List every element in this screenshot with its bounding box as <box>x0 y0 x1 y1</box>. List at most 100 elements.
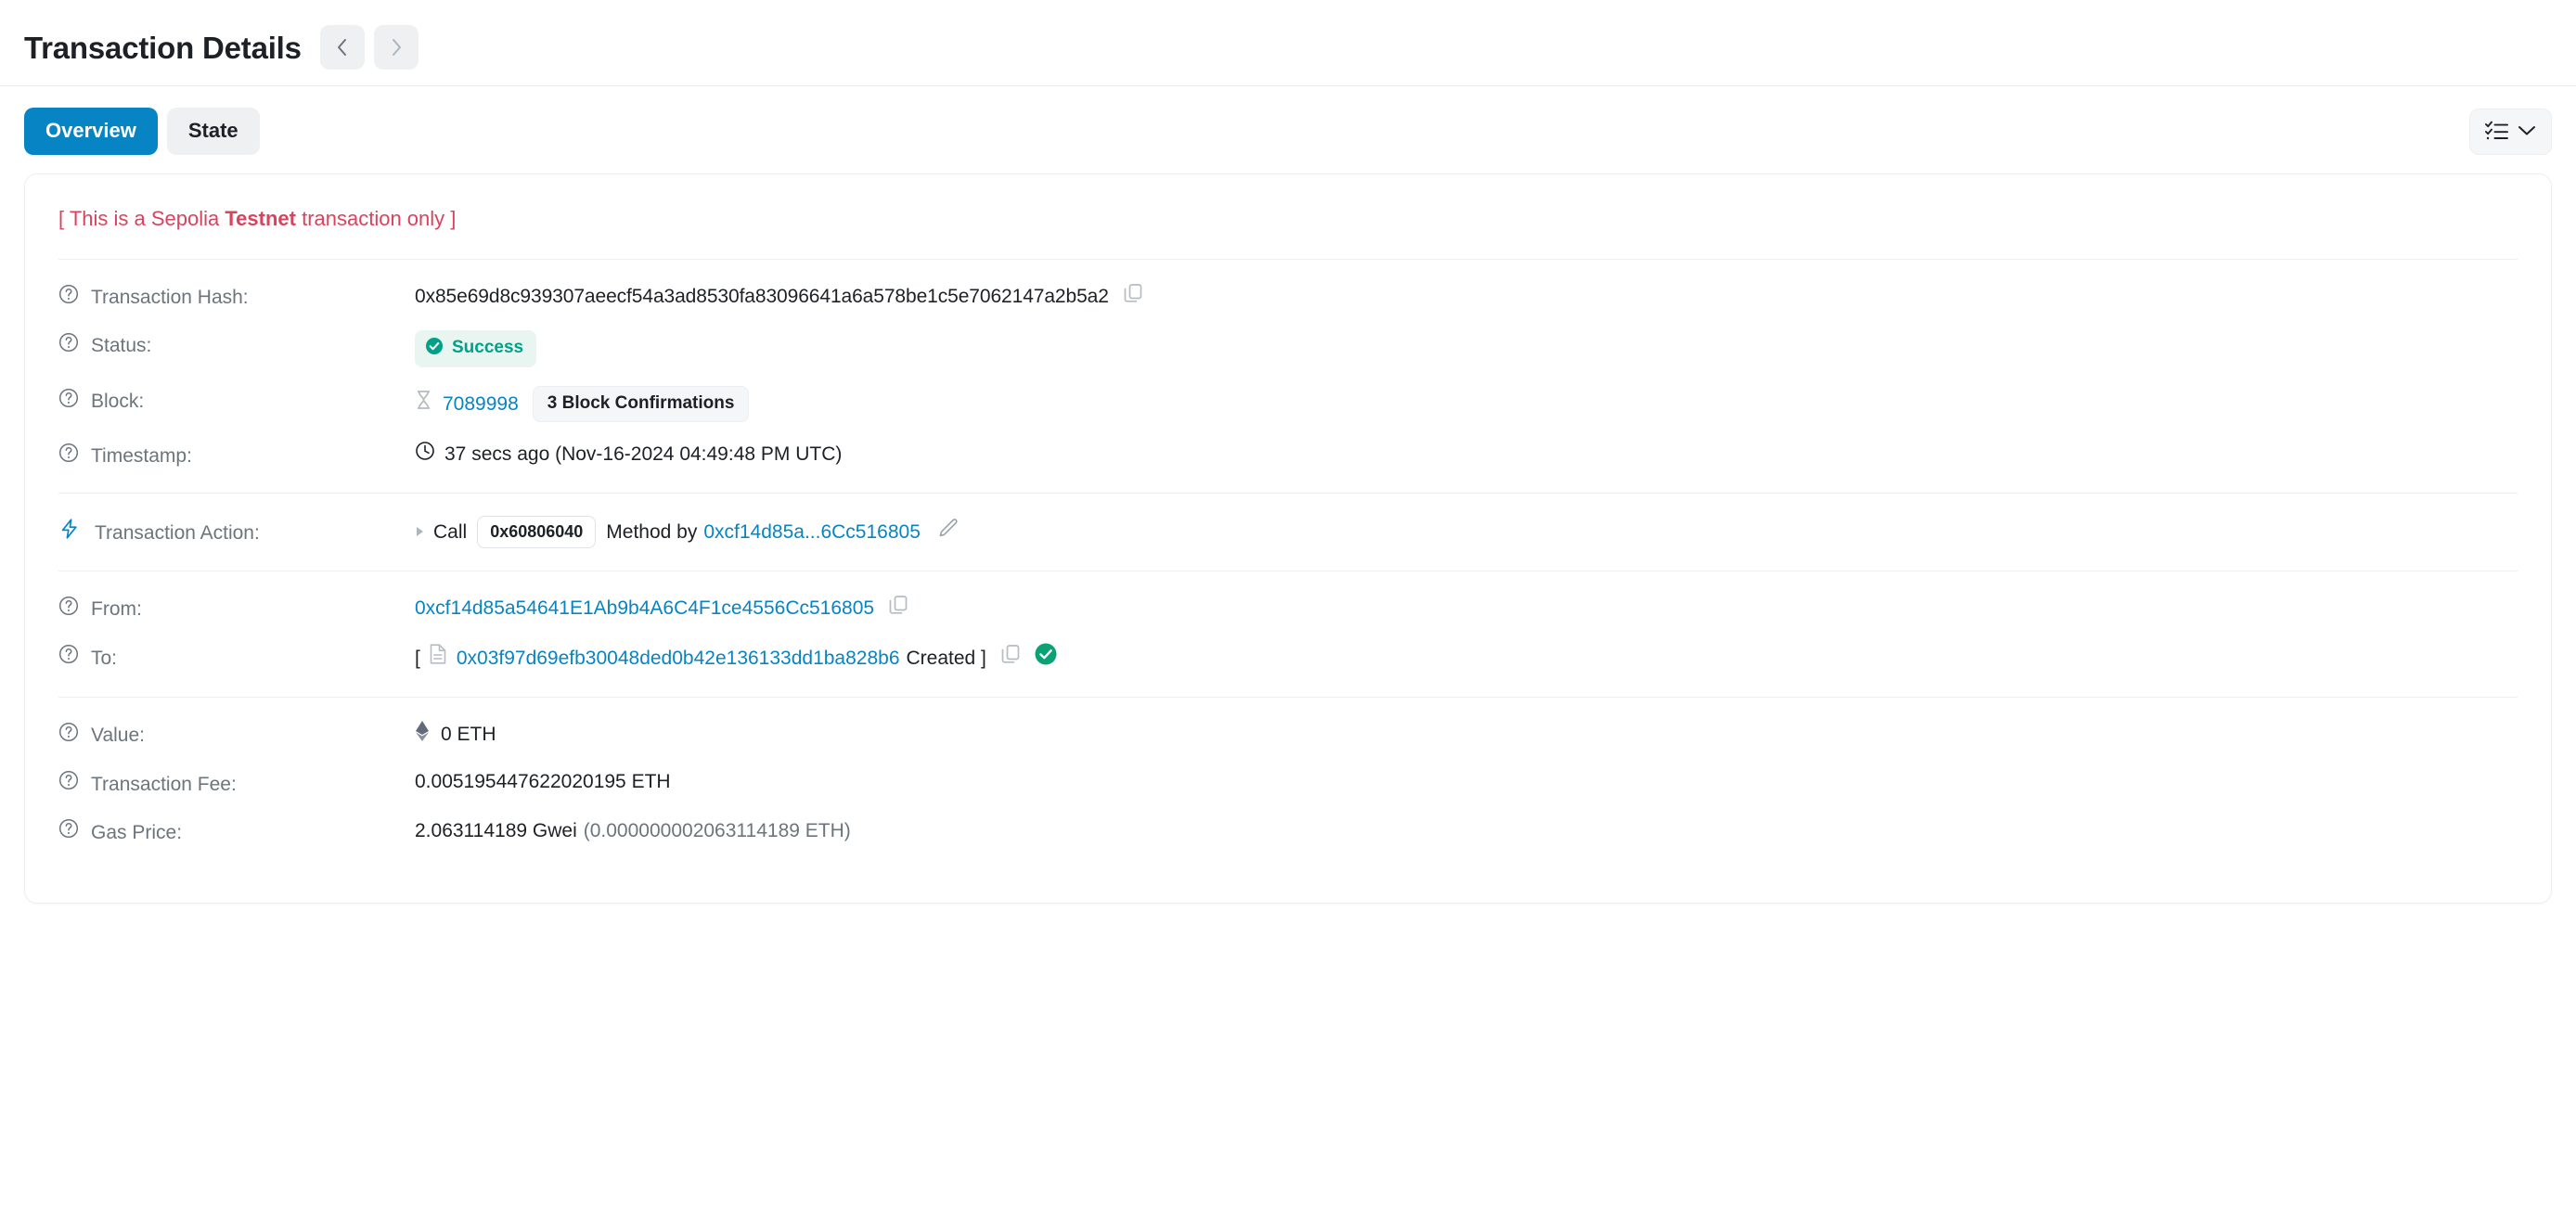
hourglass-icon <box>415 390 432 417</box>
previous-transaction-button[interactable] <box>319 25 365 70</box>
chevron-left-icon <box>336 37 349 58</box>
row-transaction-fee: Transaction Fee: 0.005195447622020195 ET… <box>58 759 2518 807</box>
copy-from-address-icon[interactable] <box>887 594 909 623</box>
label-to: To: <box>58 642 415 672</box>
label-transaction-hash: Transaction Hash: <box>58 282 415 312</box>
status-badge-label: Success <box>452 338 524 358</box>
label-text: Gas Price: <box>91 821 183 843</box>
view-options-button[interactable] <box>2469 108 2552 155</box>
label-transaction-fee: Transaction Fee: <box>58 768 415 798</box>
question-mark-circle-icon[interactable] <box>58 644 79 672</box>
chevron-down-icon <box>2518 124 2536 139</box>
tab-state[interactable]: State <box>166 108 260 155</box>
value-transaction-hash: 0x85e69d8c939307aeecf54a3ad8530fa8309664… <box>415 282 1144 312</box>
expand-caret-icon[interactable] <box>415 519 425 545</box>
action-method-by-text: Method by <box>606 520 698 543</box>
clock-icon <box>415 441 435 468</box>
status-badge: Success <box>415 329 537 367</box>
verified-check-icon <box>1034 642 1058 674</box>
block-confirmations-badge: 3 Block Confirmations <box>532 385 750 422</box>
value-amount: 0 ETH <box>415 720 496 750</box>
label-value: Value: <box>58 720 415 750</box>
testnet-notice-prefix: [ This is a Sepolia <box>58 207 225 230</box>
question-mark-circle-icon[interactable] <box>58 722 79 750</box>
row-status: Status: Success <box>58 321 2518 377</box>
tab-list: Overview State <box>24 108 260 155</box>
row-gas-price: Gas Price: 2.063114189 Gwei (0.000000002… <box>58 807 2518 855</box>
label-text: Block: <box>91 391 145 413</box>
parties-group: From: 0xcf14d85a54641E1Ab9b4A6C4F1ce4556… <box>58 571 2518 697</box>
transaction-fee-text: 0.005195447622020195 ETH <box>415 771 671 793</box>
to-created-text: Created ] <box>906 647 986 669</box>
label-gas-price: Gas Price: <box>58 816 415 846</box>
question-mark-circle-icon[interactable] <box>58 388 79 416</box>
page-title: Transaction Details <box>24 30 302 65</box>
gas-price-eth-text: (0.000000002063114189 ETH) <box>583 819 851 841</box>
value-status: Success <box>415 329 537 367</box>
value-transaction-action: Call 0x60806040 Method by 0xcf14d85a...6… <box>415 516 959 548</box>
ethereum-diamond-icon <box>415 720 430 750</box>
action-group: Transaction Action: Call 0x60806040 Meth… <box>58 494 2518 571</box>
value-transaction-fee: 0.005195447622020195 ETH <box>415 768 671 796</box>
block-number-link[interactable]: 7089998 <box>443 391 519 417</box>
to-address-link[interactable]: 0x03f97d69efb30048ded0b42e136133dd1ba828… <box>457 645 900 672</box>
transaction-details-page: Transaction Details Overview State [Thi… <box>0 0 2576 1219</box>
chevron-right-icon <box>390 37 403 58</box>
to-open-bracket: [ <box>415 647 420 669</box>
label-text: Status: <box>91 335 152 357</box>
next-transaction-button[interactable] <box>373 25 419 70</box>
copy-to-address-icon[interactable] <box>999 643 1022 673</box>
timestamp-text: 37 secs ago (Nov-16-2024 04:49:48 PM UTC… <box>444 443 843 466</box>
testnet-notice-bold: Testnet <box>225 207 296 230</box>
value-block: 7089998 3 Block Confirmations <box>415 385 750 422</box>
testnet-notice: [ This is a Sepolia Testnet transaction … <box>58 206 2518 259</box>
question-mark-circle-icon[interactable] <box>58 443 79 470</box>
question-mark-circle-icon[interactable] <box>58 332 79 360</box>
gas-price-gwei-text: 2.063114189 Gwei <box>415 819 577 841</box>
value-gas-price: 2.063114189 Gwei (0.000000002063114189 E… <box>415 816 851 844</box>
header-divider <box>0 85 2576 86</box>
label-from: From: <box>58 594 415 623</box>
row-timestamp: Timestamp: 37 secs ago (Nov-16-2024 04:4… <box>58 431 2518 480</box>
row-to: To: [ 0x03f97d69efb30048ded0b42e136133dd… <box>58 633 2518 683</box>
value-timestamp: 37 secs ago (Nov-16-2024 04:49:48 PM UTC… <box>415 441 842 468</box>
from-address-link[interactable]: 0xcf14d85a54641E1Ab9b4A6C4F1ce4556Cc5168… <box>415 595 874 622</box>
transaction-overview-card: [ This is a Sepolia Testnet transaction … <box>24 173 2552 904</box>
tab-overview[interactable]: Overview <box>24 108 158 155</box>
tabs-row: Overview State <box>0 78 2576 161</box>
lightning-bolt-icon <box>58 518 81 547</box>
summary-group: Transaction Hash: 0x85e69d8c939307aeecf5… <box>58 260 2518 494</box>
action-call-text: Call <box>433 520 468 543</box>
value-amount-text: 0 ETH <box>441 724 496 746</box>
label-timestamp: Timestamp: <box>58 441 415 470</box>
label-text: To: <box>91 647 118 669</box>
row-block: Block: 7089998 3 Block Confirmations <box>58 377 2518 431</box>
method-signature-chip: 0x60806040 <box>477 516 597 548</box>
label-text: Timestamp: <box>91 445 192 468</box>
row-transaction-hash: Transaction Hash: 0x85e69d8c939307aeecf5… <box>58 273 2518 321</box>
question-mark-circle-icon[interactable] <box>58 818 79 846</box>
action-actor-link[interactable]: 0xcf14d85a...6Cc516805 <box>703 519 921 545</box>
label-text: Value: <box>91 725 145 747</box>
label-text: From: <box>91 598 142 621</box>
label-text: Transaction Fee: <box>91 773 237 795</box>
label-status: Status: <box>58 330 415 360</box>
pencil-edit-icon[interactable] <box>936 517 959 546</box>
label-transaction-action: Transaction Action: <box>58 516 415 547</box>
label-text: Transaction Action: <box>95 521 260 544</box>
economics-group: Value: 0 ETH Transaction Fee: 0.00519544… <box>58 698 2518 869</box>
page-header: Transaction Details <box>0 0 2576 78</box>
contract-document-icon <box>428 643 448 673</box>
label-block: Block: <box>58 386 415 416</box>
question-mark-circle-icon[interactable] <box>58 770 79 798</box>
label-text: Transaction Hash: <box>91 287 249 309</box>
testnet-notice-suffix: transaction only ] <box>295 207 457 230</box>
question-mark-circle-icon[interactable] <box>58 596 79 623</box>
row-from: From: 0xcf14d85a54641E1Ab9b4A6C4F1ce4556… <box>58 584 2518 633</box>
checklist-icon <box>2485 119 2509 144</box>
copy-transaction-hash-icon[interactable] <box>1122 282 1144 312</box>
question-mark-circle-icon[interactable] <box>58 284 79 312</box>
check-circle-icon <box>425 337 444 361</box>
transaction-hash-text: 0x85e69d8c939307aeecf54a3ad8530fa8309664… <box>415 286 1109 308</box>
value-from: 0xcf14d85a54641E1Ab9b4A6C4F1ce4556Cc5168… <box>415 594 909 623</box>
